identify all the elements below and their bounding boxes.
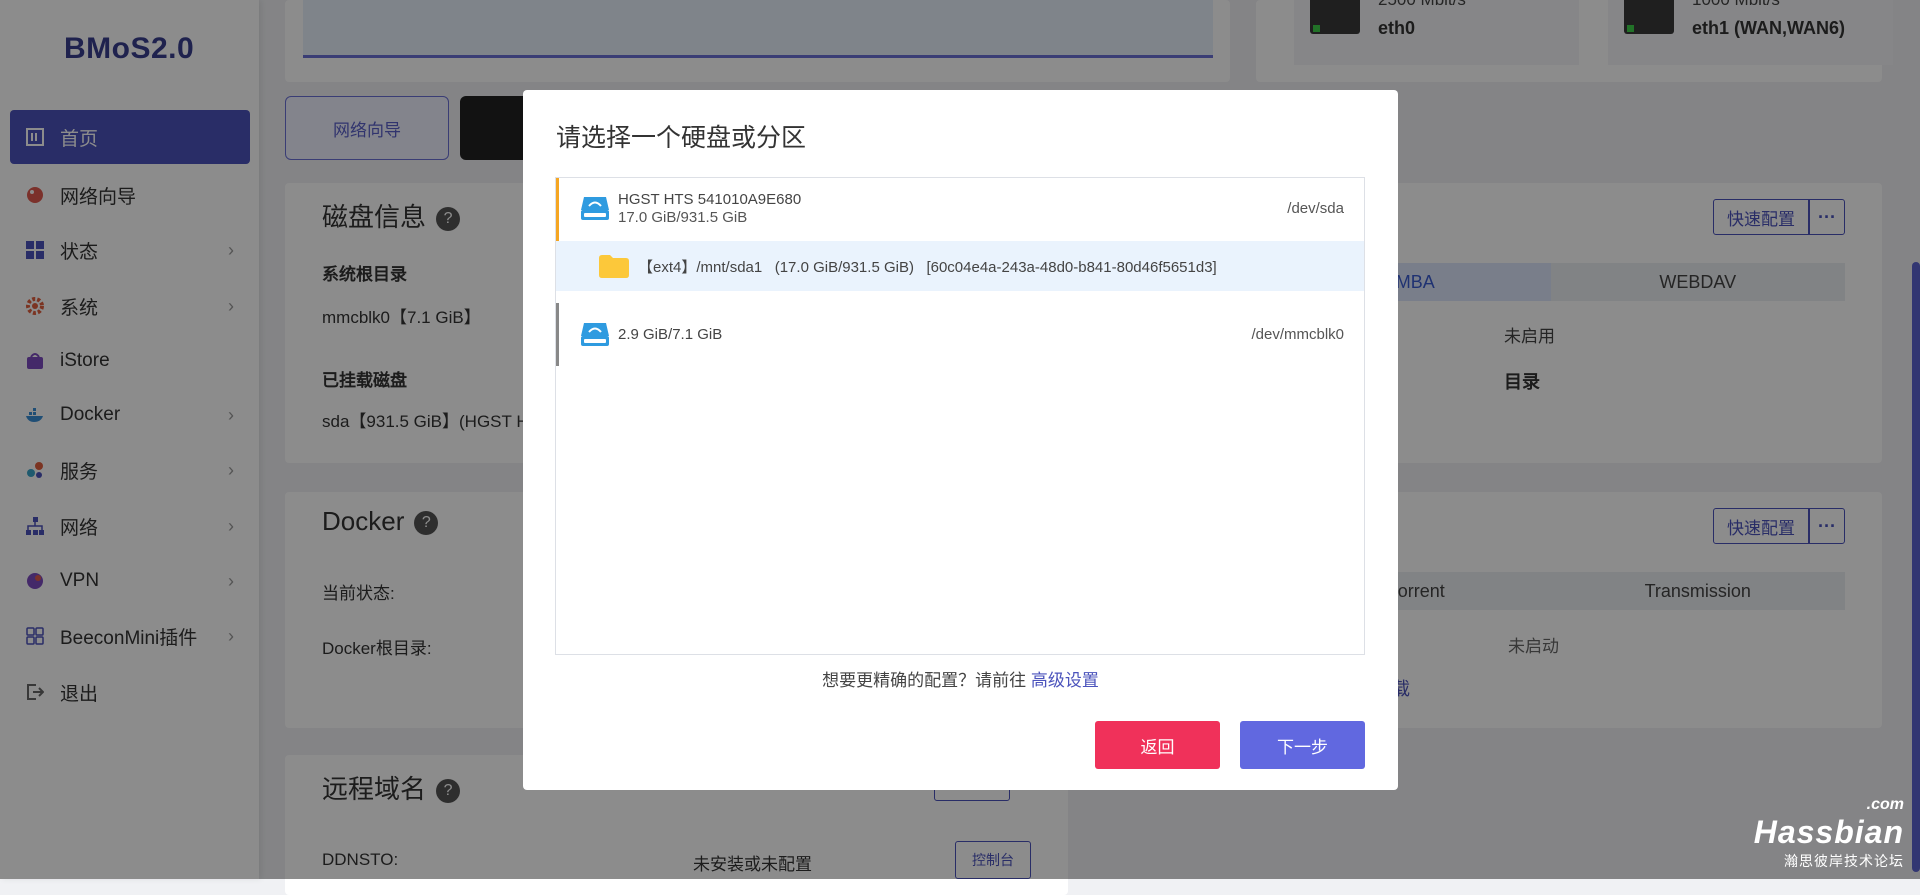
disk-row-mmcblk0[interactable]: 2.9 GiB/7.1 GiB /dev/mmcblk0	[556, 303, 1364, 366]
watermark-brand: Hassbian	[1753, 814, 1904, 850]
disk-device: /dev/mmcblk0	[1251, 326, 1344, 343]
watermark-com: .com	[1866, 796, 1904, 813]
watermark-subtitle: 瀚思彼岸技术论坛	[1784, 853, 1904, 869]
folder-icon	[599, 255, 629, 278]
disk-usage: 2.9 GiB/7.1 GiB	[618, 326, 723, 343]
disk-list: HGST HTS 541010A9E680 17.0 GiB/931.5 GiB…	[555, 177, 1365, 655]
hard-disk-icon	[581, 197, 609, 220]
partition-row-sda1[interactable]: 【ext4】/mnt/sda1 (17.0 GiB/931.5 GiB) [60…	[556, 241, 1364, 291]
back-button[interactable]: 返回	[1095, 721, 1220, 769]
disk-name: HGST HTS 541010A9E680	[618, 191, 802, 208]
advanced-settings-link[interactable]: 高级设置	[1031, 671, 1099, 690]
hard-disk-icon	[581, 323, 609, 346]
disk-usage: 17.0 GiB/931.5 GiB	[618, 209, 748, 226]
disk-row-sda[interactable]: HGST HTS 541010A9E680 17.0 GiB/931.5 GiB…	[556, 178, 1364, 291]
advanced-hint: 想要更精确的配置？请前往 高级设置	[523, 666, 1398, 691]
hint-text: 想要更精确的配置？请前往	[822, 671, 1027, 690]
disk-device: /dev/sda	[1287, 200, 1344, 217]
select-disk-modal: 请选择一个硬盘或分区 HGST HTS 541010A9E680 17.0 Gi…	[523, 90, 1398, 790]
next-button[interactable]: 下一步	[1240, 721, 1365, 769]
selection-bar	[556, 303, 559, 366]
modal-title: 请选择一个硬盘或分区	[556, 124, 807, 152]
partition-info: 【ext4】/mnt/sda1 (17.0 GiB/931.5 GiB) [60…	[638, 259, 1217, 276]
watermark: .com Hassbian 瀚思彼岸技术论坛	[1753, 796, 1904, 871]
